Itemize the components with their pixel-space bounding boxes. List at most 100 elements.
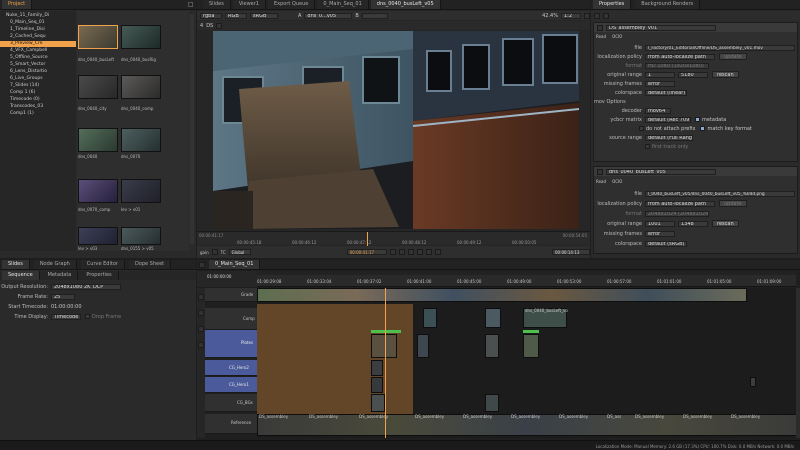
lut-select[interactable]: sRGB [250,12,278,19]
range-end-field[interactable]: 5180 [678,71,708,78]
timeline-scrollbar[interactable] [796,288,800,438]
node-collapse-icon[interactable] [597,24,603,31]
source-range-select[interactable]: default (Full Range) [645,134,693,141]
zoom-level[interactable]: 42.4% [542,13,558,19]
viewer-image[interactable] [213,31,579,229]
tab-metadata[interactable]: Metadata [41,271,79,280]
clip-cg-hero2[interactable] [371,360,383,376]
metadata-checkbox[interactable] [695,117,700,122]
step-forward-icon[interactable] [425,249,432,255]
node-name-field[interactable]: DS_assembley_v01 [606,24,716,31]
tab-main-seq[interactable]: 0_Main_Seq_01 [209,260,261,269]
track-header-cg-bgs[interactable]: CG_BGs [205,394,257,412]
range-start-field[interactable]: 1001 [645,220,675,227]
project-scrollbar[interactable] [190,14,194,244]
tree-item[interactable]: 5_Smart_Vector [10,62,45,68]
localization-select[interactable]: from auto-localize path [645,53,715,60]
clip-grade[interactable] [257,288,747,302]
subtoolbar-value[interactable]: 4 [200,23,203,29]
range-end-field[interactable]: 1348 [678,220,708,227]
ratio-select[interactable]: 1:2 [561,12,581,19]
clip-cg-bgs[interactable] [485,394,499,412]
viewer-playhead[interactable] [367,232,368,246]
track-header-cg-hero2[interactable]: CG_Hero2 [205,360,257,376]
global-select[interactable]: Global [228,249,251,255]
bin-thumbnail[interactable] [78,75,118,99]
tree-item[interactable]: Transcodes_03 [10,104,43,110]
razor-tool-icon[interactable] [198,326,204,332]
tree-item[interactable]: 5_Offline_Source [10,55,48,61]
update-button[interactable]: update [719,53,747,60]
node-header[interactable]: DS_assembley_v01 [594,23,797,32]
timeline-current-tc[interactable]: 01:00:00:00 [207,274,231,279]
bin-thumbnail[interactable] [121,25,161,49]
tab-project[interactable]: Project [2,0,33,9]
tree-item[interactable]: 6_Lens_Distortio [10,69,47,75]
match-key-checkbox[interactable] [700,126,706,131]
bin-thumbnail[interactable] [78,179,118,203]
output-resolution-select[interactable]: 2048x1080 2K_DCP [51,283,121,290]
tab-clip[interactable]: dns_0040_busLeft_v05 [370,0,441,9]
rescan-button[interactable]: rescan [712,220,739,227]
rescan-button[interactable]: rescan [712,71,739,78]
clear-icon[interactable] [603,12,609,19]
tree-item[interactable]: Timecode (0) [10,97,40,103]
clip-cg-hero1[interactable] [750,377,756,387]
node-collapse-icon[interactable] [597,168,603,175]
move-tool-icon[interactable] [198,310,204,316]
tree-item[interactable]: Comp 1 (6) [10,90,35,96]
bin-thumbnail[interactable] [78,128,118,152]
node-header[interactable]: dns_0040_busLeft_v05 [594,167,797,176]
tab-seq-properties[interactable]: Properties [80,271,119,280]
colorspace-select[interactable]: RGB [225,12,247,19]
bin-thumbnail[interactable] [121,179,161,203]
tab-slides[interactable]: Slides [2,260,30,269]
bin-thumbnail[interactable] [121,75,161,99]
play-back-icon[interactable] [407,249,414,255]
skip-end-icon[interactable] [434,249,441,255]
localization-select[interactable]: from auto-localize path [645,200,715,207]
bin-thumbnail[interactable] [121,227,161,245]
tab-curve-editor[interactable]: Curve Editor [80,260,125,269]
track-header-cg-hero1[interactable]: CG_Hero1 [205,377,257,393]
tab-main-seq[interactable]: 0_Main_Seq_01 [317,0,369,9]
colorspace-select[interactable]: default (sRGB) [645,240,687,247]
first-track-checkbox[interactable] [645,144,650,149]
channels-select[interactable]: rgba [200,12,222,19]
track-header-reference[interactable]: Reference [205,414,257,434]
missing-frames-select[interactable]: error [645,230,675,237]
file-path-field[interactable]: l_Factory/01_Editorial/Offline/DS_assemb… [645,44,795,51]
tab-read[interactable]: Read [596,179,606,184]
tab-sequence[interactable]: Sequence [2,271,40,280]
track-header-comp[interactable]: Comp [205,308,257,330]
timeline-menu-icon[interactable] [199,261,205,268]
tree-item[interactable]: 6_Live_Groups [10,76,43,82]
tab-node-graph[interactable]: Node Graph [33,260,77,269]
format-select[interactable]: 2048x1024 (2048x1024) [645,210,709,217]
format-select[interactable]: HD 1080 (1920x1080) [645,62,709,69]
skip-start-icon[interactable] [389,249,396,255]
current-timecode[interactable]: 00:00:41:17 [346,249,387,255]
tab-export-queue[interactable]: Export Queue [268,0,316,9]
tab-ocio[interactable]: OCIO [612,34,622,39]
tab-ocio[interactable]: OCIO [612,179,622,184]
drop-frame-checkbox[interactable] [85,314,90,319]
frame-rate-select[interactable]: 25 [51,293,75,300]
play-icon[interactable] [416,249,423,255]
file-path-field[interactable]: l_0040_busLeft_v05/dns_0040_busLeft_v05_… [645,190,795,197]
track-header-grade[interactable]: Grade [205,288,257,302]
ycbcr-select[interactable]: default (Rec 709) [645,116,691,123]
tree-item[interactable]: 1_Timeline_Disi [10,27,45,33]
viewer-settings-icon[interactable] [584,12,590,19]
a-input-select[interactable]: dns_0...v05 [304,12,353,19]
tree-item[interactable]: 7_Slides (14) [10,83,39,89]
clip-plate[interactable] [371,334,397,358]
zoom-tool-icon[interactable] [198,342,204,348]
tree-item[interactable]: 3_Preview_Cre [10,41,43,47]
lock-icon[interactable] [594,12,600,19]
tree-item[interactable]: 4_VFX_Campbell [10,48,47,54]
bin-thumbnail[interactable] [78,25,118,49]
time-display-select[interactable]: Timecode [51,313,81,320]
tab-properties[interactable]: Properties [593,0,632,9]
clip-plate[interactable] [485,334,499,358]
